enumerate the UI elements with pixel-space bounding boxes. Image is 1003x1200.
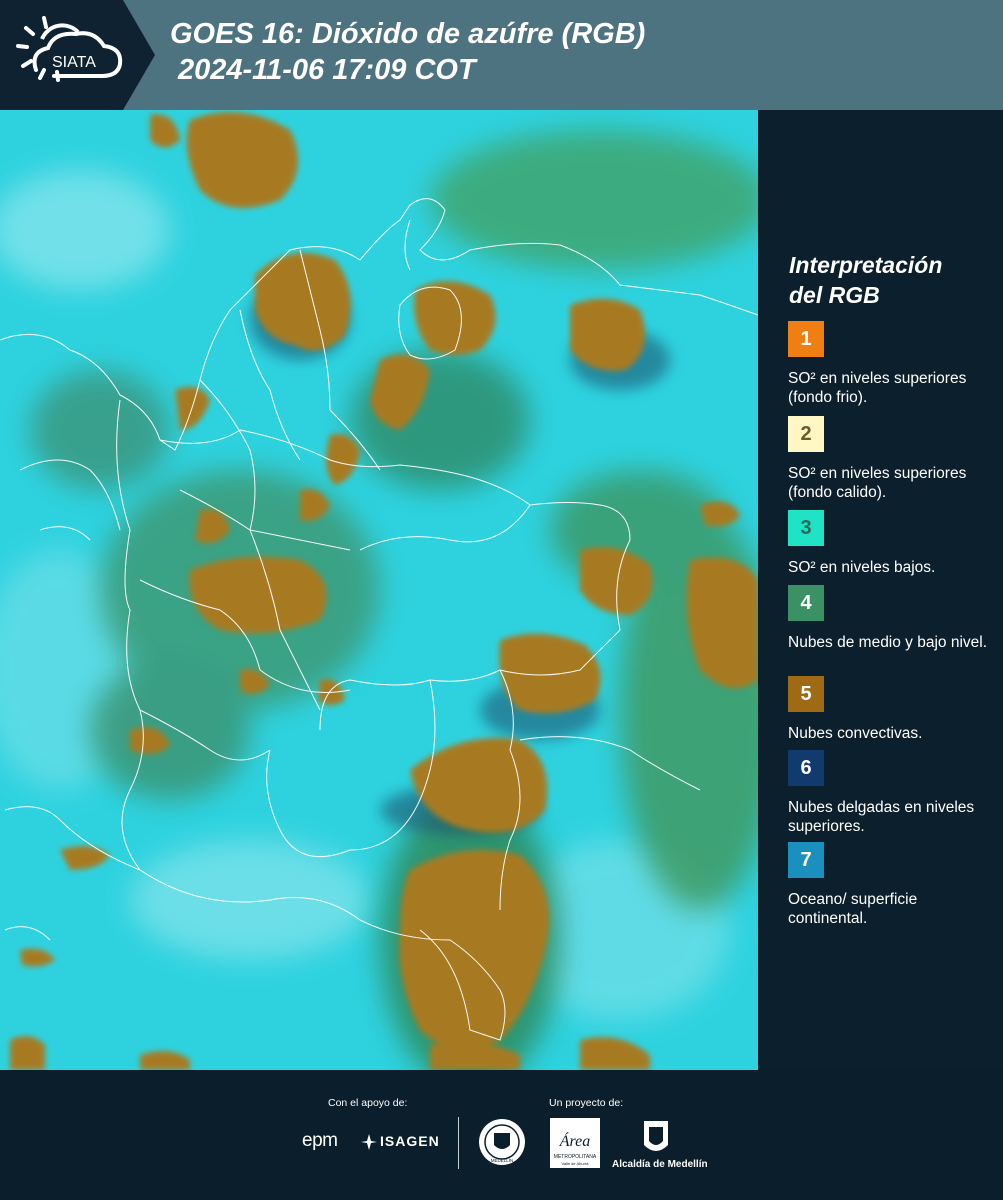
- legend-title-line-1: Interpretación: [789, 252, 943, 278]
- area-logo-text: Área: [559, 1131, 591, 1150]
- legend-label-5: Nubes convectivas.: [788, 725, 923, 742]
- legend-item-1: 1 SO² en niveles superiores (fondo frio)…: [788, 321, 993, 407]
- legend-label-2: SO² en niveles superiores (fondo calido)…: [788, 465, 967, 501]
- legend-label-3: SO² en niveles bajos.: [788, 559, 936, 576]
- map-image: [0, 110, 758, 1070]
- legend-label-7: Oceano/ superficie continental.: [788, 891, 918, 927]
- footer-bar: Con el apoyo de: Un proyecto de: epm ISA…: [0, 1070, 1003, 1200]
- legend-item-4: 4 Nubes de medio y bajo nivel.: [788, 585, 993, 652]
- title-line-2: 2024-11-06 17:09 COT: [178, 54, 476, 86]
- legend-label-1: SO² en niveles superiores (fondo frio).: [788, 370, 967, 406]
- alcaldia-shield-icon: [644, 1121, 668, 1151]
- alcaldia-logo-text[interactable]: Alcaldía de Medellín: [612, 1159, 708, 1170]
- seal-text: MEDELLÍN: [491, 1157, 514, 1163]
- legend-swatch-2: 2: [788, 416, 824, 452]
- legend-swatch-4: 4: [788, 585, 824, 621]
- legend-title: Interpretación del RGB: [789, 250, 989, 310]
- area-metropolitana-logo[interactable]: Área METROPOLITANA Valle de Aburrá: [550, 1118, 600, 1168]
- project-caption: Un proyecto de:: [549, 1097, 624, 1109]
- epm-logo[interactable]: epm: [302, 1130, 338, 1152]
- legend-swatch-6: 6: [788, 750, 824, 786]
- siata-logo[interactable]: SIATA: [14, 14, 126, 94]
- legend-swatch-5: 5: [788, 676, 824, 712]
- legend-item-2: 2 SO² en niveles superiores (fondo calid…: [788, 416, 993, 504]
- logo-text: SIATA: [52, 54, 96, 71]
- logo-tab: SIATA: [0, 0, 155, 110]
- support-caption: Con el apoyo de:: [328, 1097, 408, 1109]
- legend-item-6: 6 Nubes delgadas en niveles superiores.: [788, 750, 993, 836]
- header-bar: SIATA GOES 16: Dióxido de azúfre (RGB) 2…: [0, 0, 1003, 110]
- satellite-map[interactable]: [0, 110, 758, 1070]
- medellin-seal-icon[interactable]: MEDELLÍN: [477, 1117, 527, 1167]
- legend-swatch-1: 1: [788, 321, 824, 357]
- legend-label-6: Nubes delgadas en niveles superiores.: [788, 799, 975, 835]
- legend-item-7: 7 Oceano/ superficie continental.: [788, 842, 993, 928]
- area-logo-sub: METROPOLITANA: [554, 1154, 597, 1160]
- legend-swatch-3: 3: [788, 510, 824, 546]
- legend-label-4: Nubes de medio y bajo nivel.: [788, 634, 988, 651]
- title-line-1: GOES 16: Dióxido de azúfre (RGB): [170, 18, 646, 50]
- isagen-logo[interactable]: ISAGEN: [380, 1133, 440, 1149]
- page-title: GOES 16: Dióxido de azúfre (RGB) 2024-11…: [170, 16, 645, 88]
- isagen-icon: [361, 1134, 377, 1150]
- legend-panel: Interpretación del RGB 1 SO² en niveles …: [760, 110, 1003, 1070]
- area-logo-sub2: Valle de Aburrá: [561, 1161, 589, 1166]
- legend-swatch-7: 7: [788, 842, 824, 878]
- legend-title-line-2: del RGB: [789, 282, 880, 308]
- legend-item-5: 5 Nubes convectivas.: [788, 676, 993, 743]
- legend-item-3: 3 SO² en niveles bajos.: [788, 510, 993, 577]
- footer-divider: [458, 1117, 459, 1169]
